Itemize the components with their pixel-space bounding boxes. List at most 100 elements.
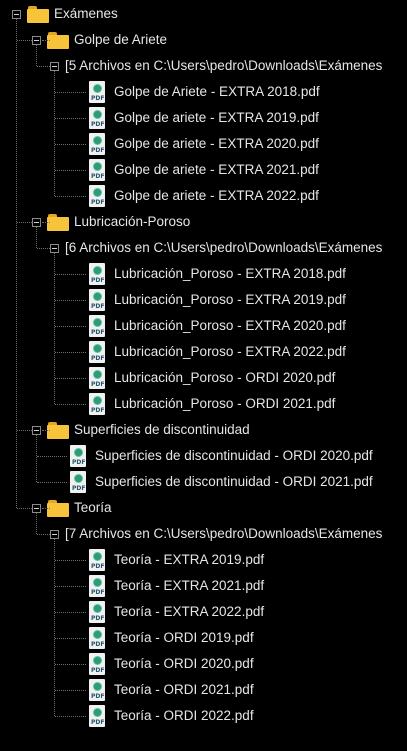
tree-node-file[interactable]: PDF Teoría - EXTRA 2021.pdf xyxy=(88,573,264,599)
file-label: Teoría - ORDI 2020.pdf xyxy=(114,656,254,671)
pdf-logo xyxy=(74,474,83,483)
tree-connector-horizontal xyxy=(42,508,50,509)
collapse-toggle-icon[interactable] xyxy=(32,35,41,45)
tree-node-file[interactable]: PDF Lubricación_Poroso - ORDI 2021.pdf xyxy=(88,391,335,417)
tree-node-summary[interactable]: [7 Archivos en C:\Users\pedro\Downloads\… xyxy=(50,521,382,547)
collapse-toggle-icon[interactable] xyxy=(50,61,59,71)
tree-connector-horizontal xyxy=(42,40,50,41)
summary-label: [6 Archivos en C:\Users\pedro\Downloads\… xyxy=(65,240,383,255)
pdf-logo xyxy=(93,552,102,561)
tree-connector-horizontal xyxy=(55,638,86,639)
pdf-tag: PDF xyxy=(91,615,105,622)
tree-node-file[interactable]: PDF Teoría - ORDI 2021.pdf xyxy=(88,677,254,703)
tree-node-folder[interactable]: Lubricación-Poroso xyxy=(32,209,190,235)
pdf-tag: PDF xyxy=(91,667,105,674)
pdf-file-icon: PDF xyxy=(88,107,106,129)
folder-icon xyxy=(47,421,69,439)
folder-icon xyxy=(47,213,69,231)
collapse-toggle-icon[interactable] xyxy=(32,425,41,435)
tree-node-summary[interactable]: [6 Archivos en C:\Users\pedro\Downloads\… xyxy=(50,235,382,261)
tree-connector-horizontal xyxy=(37,482,67,483)
tree-node-file[interactable]: PDF Teoría - ORDI 2022.pdf xyxy=(88,703,254,729)
pdf-tag: PDF xyxy=(91,303,105,310)
pdf-file-icon: PDF xyxy=(88,315,106,337)
pdf-logo xyxy=(93,188,102,197)
tree-node-file[interactable]: PDF Lubricación_Poroso - EXTRA 2018.pdf xyxy=(88,261,346,287)
file-label: Lubricación_Poroso - EXTRA 2020.pdf xyxy=(114,318,346,333)
tree-node-file[interactable]: PDF Golpe de ariete - EXTRA 2022.pdf xyxy=(88,183,319,209)
pdf-file-icon: PDF xyxy=(88,159,106,181)
pdf-file-icon: PDF xyxy=(69,471,87,493)
pdf-tag: PDF xyxy=(91,277,105,284)
file-label: Teoría - ORDI 2021.pdf xyxy=(114,682,254,697)
tree-node-file[interactable]: PDF Teoría - EXTRA 2019.pdf xyxy=(88,547,264,573)
pdf-file-icon: PDF xyxy=(88,185,106,207)
folder-body xyxy=(27,8,49,23)
pdf-logo xyxy=(93,318,102,327)
pdf-logo xyxy=(93,396,102,405)
pdf-logo xyxy=(93,682,102,691)
pdf-tag: PDF xyxy=(91,693,105,700)
collapse-toggle-icon[interactable] xyxy=(12,9,21,19)
tree-connector-horizontal xyxy=(55,716,86,717)
tree-node-file[interactable]: PDF Lubricación_Poroso - EXTRA 2022.pdf xyxy=(88,339,346,365)
folder-label: Superficies de discontinuidad xyxy=(74,422,250,437)
tree-node-root[interactable]: Exámenes xyxy=(12,1,118,27)
tree-node-file[interactable]: PDF Lubricación_Poroso - ORDI 2020.pdf xyxy=(88,365,335,391)
pdf-tag: PDF xyxy=(91,381,105,388)
tree-node-file[interactable]: PDF Golpe de ariete - EXTRA 2021.pdf xyxy=(88,157,319,183)
pdf-logo xyxy=(93,604,102,613)
pdf-logo xyxy=(93,578,102,587)
pdf-logo xyxy=(93,292,102,301)
folder-body xyxy=(47,424,69,439)
folder-label: Lubricación-Poroso xyxy=(74,214,191,229)
file-tree: Exámenes Golpe de Ariete [5 Archivos en C:… xyxy=(0,0,407,751)
collapse-toggle-icon[interactable] xyxy=(50,243,59,253)
tree-node-file[interactable]: PDF Superficies de discontinuidad - ORDI … xyxy=(69,469,373,495)
collapse-toggle-icon[interactable] xyxy=(50,529,59,539)
tree-connector-horizontal xyxy=(55,196,86,197)
pdf-file-icon: PDF xyxy=(88,81,106,103)
tree-node-file[interactable]: PDF Teoría - ORDI 2019.pdf xyxy=(88,625,254,651)
file-label: Teoría - EXTRA 2022.pdf xyxy=(114,604,265,619)
folder-label: Golpe de Ariete xyxy=(74,32,168,47)
pdf-file-icon: PDF xyxy=(88,393,106,415)
tree-node-file[interactable]: PDF Golpe de ariete - EXTRA 2020.pdf xyxy=(88,131,319,157)
tree-connector-vertical xyxy=(36,45,37,66)
tree-node-file[interactable]: PDF Superficies de discontinuidad - ORDI … xyxy=(69,443,373,469)
tree-connector-horizontal xyxy=(55,92,86,93)
pdf-file-icon: PDF xyxy=(88,653,106,675)
tree-connector-horizontal xyxy=(42,222,50,223)
folder-label: Exámenes xyxy=(54,6,118,21)
pdf-logo xyxy=(93,162,102,171)
pdf-file-icon: PDF xyxy=(88,133,106,155)
tree-node-file[interactable]: PDF Lubricación_Poroso - EXTRA 2020.pdf xyxy=(88,313,346,339)
pdf-logo xyxy=(93,370,102,379)
tree-node-folder[interactable]: Golpe de Ariete xyxy=(32,27,167,53)
tree-node-file[interactable]: PDF Golpe de ariete - EXTRA 2019.pdf xyxy=(88,105,319,131)
file-label: Lubricación_Poroso - ORDI 2021.pdf xyxy=(114,396,336,411)
tree-node-folder[interactable]: Superficies de discontinuidad xyxy=(32,417,250,443)
tree-connector-vertical xyxy=(54,253,55,404)
tree-node-summary[interactable]: [5 Archivos en C:\Users\pedro\Downloads\… xyxy=(50,53,382,79)
pdf-tag: PDF xyxy=(91,407,105,414)
collapse-toggle-icon[interactable] xyxy=(32,503,41,513)
tree-node-file[interactable]: PDF Teoría - EXTRA 2022.pdf xyxy=(88,599,264,625)
folder-body xyxy=(47,502,69,517)
tree-node-file[interactable]: PDF Teoría - ORDI 2020.pdf xyxy=(88,651,254,677)
file-label: Superficies de discontinuidad - ORDI 202… xyxy=(95,474,373,489)
folder-body xyxy=(47,34,69,49)
tree-connector-vertical xyxy=(54,71,55,196)
file-label: Teoría - ORDI 2019.pdf xyxy=(114,630,254,645)
pdf-logo xyxy=(93,136,102,145)
pdf-file-icon: PDF xyxy=(88,679,106,701)
tree-connector-horizontal xyxy=(17,430,32,431)
pdf-tag: PDF xyxy=(91,147,105,154)
tree-node-file[interactable]: PDF Golpe de Ariete - EXTRA 2018.pdf xyxy=(88,79,320,105)
folder-icon xyxy=(27,5,49,23)
pdf-file-icon: PDF xyxy=(88,627,106,649)
tree-node-file[interactable]: PDF Lubricación_Poroso - EXTRA 2019.pdf xyxy=(88,287,346,313)
collapse-toggle-icon[interactable] xyxy=(32,217,41,227)
tree-connector-horizontal xyxy=(55,326,86,327)
tree-connector-horizontal xyxy=(37,534,50,535)
